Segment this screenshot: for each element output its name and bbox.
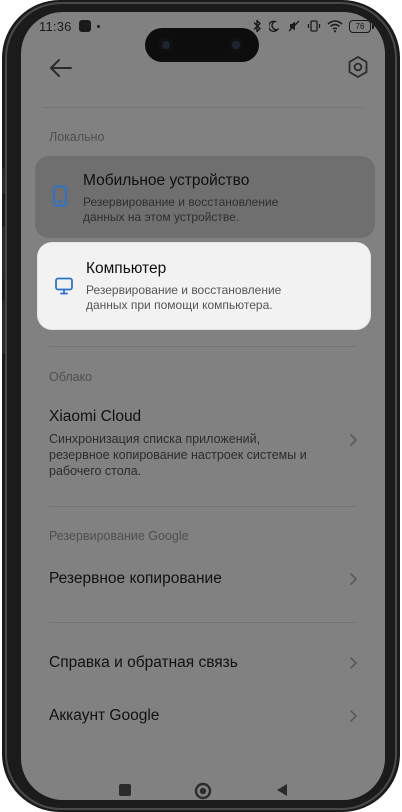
- help-feedback-title: Справка и обратная связь: [49, 654, 238, 671]
- mobile-device-description: Резервирование и восстановление данных н…: [83, 195, 353, 225]
- silent-mode-icon: [288, 20, 300, 32]
- section-divider: [49, 346, 357, 347]
- xiaomi-cloud-desc-line: Синхронизация списка приложений,: [49, 432, 261, 446]
- chevron-right-icon: [350, 657, 357, 669]
- recent-apps-button[interactable]: [119, 784, 131, 796]
- xiaomi-cloud-row[interactable]: Xiaomi Cloud Синхронизация списка прилож…: [21, 400, 385, 482]
- xiaomi-cloud-title: Xiaomi Cloud: [49, 408, 142, 425]
- front-camera-notch: [145, 28, 259, 62]
- help-feedback-row[interactable]: Справка и обратная связь: [21, 644, 385, 684]
- computer-monitor-icon: [55, 277, 73, 295]
- xiaomi-cloud-desc-line: рабочего стола.: [49, 464, 142, 478]
- phone-volume-down-button: [2, 300, 6, 354]
- section-label-google: Резервирование Google: [49, 529, 189, 543]
- status-time: 11:36: [39, 19, 72, 34]
- chevron-right-icon: [350, 710, 357, 722]
- google-account-row[interactable]: Аккаунт Google: [21, 697, 385, 737]
- mobile-device-title: Мобильное устройство: [83, 172, 250, 189]
- back-arrow-icon[interactable]: [47, 54, 75, 82]
- computer-desc-line: Резервирование и восстановление: [86, 283, 282, 297]
- computer-description: Резервирование и восстановление данных п…: [86, 283, 356, 313]
- section-divider: [49, 506, 357, 507]
- backup-title: Резервное копирование: [49, 570, 222, 587]
- status-icons: 76: [251, 18, 374, 34]
- phone-screen: 11:36 76 Локально Мобильное устройство Р…: [21, 12, 385, 800]
- settings-gear-icon[interactable]: [345, 54, 371, 80]
- phone-volume-up-button: [2, 226, 6, 280]
- section-divider: [49, 622, 357, 623]
- vibrate-icon: [307, 20, 321, 32]
- notification-icon: [79, 20, 91, 32]
- phone-side-button: [2, 168, 6, 194]
- xiaomi-cloud-description: Синхронизация списка приложений, резервн…: [49, 431, 339, 479]
- section-label-local: Локально: [49, 130, 105, 144]
- backup-row[interactable]: Резервное копирование: [21, 560, 385, 600]
- wifi-icon: [327, 20, 343, 33]
- computer-desc-line: данных при помощи компьютера.: [86, 298, 273, 312]
- computer-title: Компьютер: [86, 260, 167, 277]
- battery-icon: 76: [349, 19, 374, 33]
- battery-level: 76: [355, 21, 365, 31]
- mobile-device-desc-line: данных на этом устройстве.: [83, 210, 240, 224]
- computer-option[interactable]: Компьютер Резервирование и восстановлени…: [38, 243, 370, 329]
- xiaomi-cloud-desc-line: резервное копирование настроек системы и: [49, 448, 307, 462]
- header-divider: [43, 107, 363, 108]
- more-notifications-dot-icon: [97, 25, 100, 28]
- home-button[interactable]: [194, 782, 212, 800]
- mobile-phone-icon: [53, 185, 67, 207]
- nav-back-triangle-icon[interactable]: [275, 782, 289, 798]
- google-account-title: Аккаунт Google: [49, 707, 160, 724]
- page: 11:36 76 Локально Мобильное устройство Р…: [0, 0, 402, 812]
- phone-frame: 11:36 76 Локально Мобильное устройство Р…: [2, 0, 400, 812]
- mobile-device-desc-line: Резервирование и восстановление: [83, 195, 279, 209]
- chevron-right-icon: [350, 573, 357, 585]
- mobile-device-option[interactable]: Мобильное устройство Резервирование и во…: [35, 156, 375, 238]
- section-label-cloud: Облако: [49, 370, 93, 384]
- do-not-disturb-moon-icon: [269, 20, 280, 32]
- chevron-right-icon: [350, 434, 357, 446]
